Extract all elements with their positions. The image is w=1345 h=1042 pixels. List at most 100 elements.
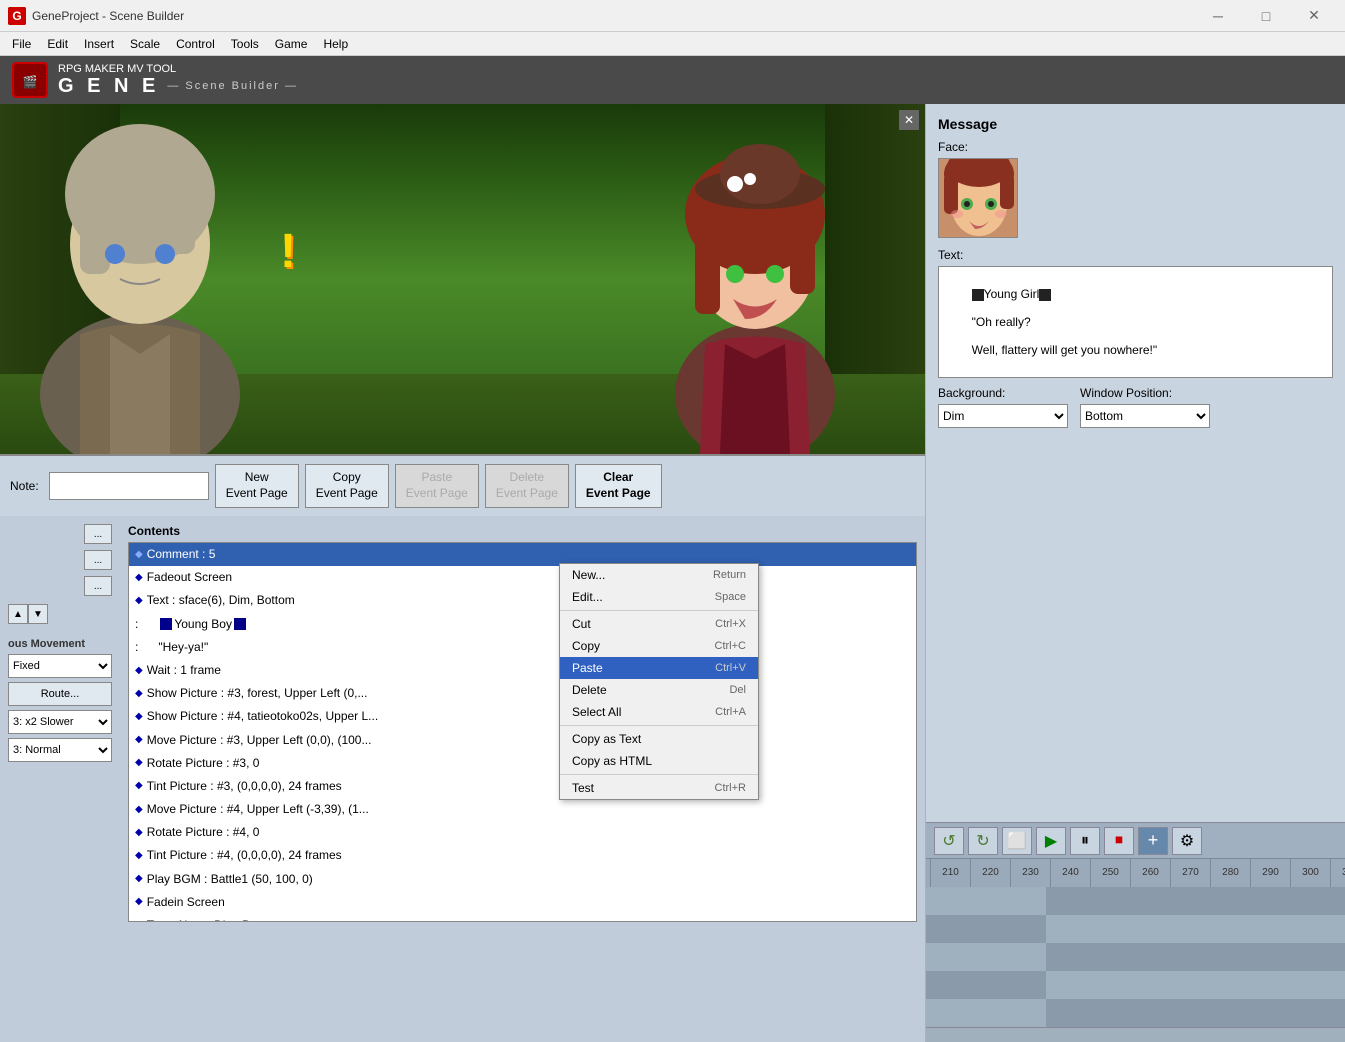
list-item[interactable]: ◆ Show Picture : #3, forest, Upper Left … — [129, 682, 916, 705]
diamond-icon: ◆ — [135, 871, 143, 887]
dots-button-3[interactable]: ... — [84, 576, 112, 596]
list-item[interactable]: ◆ Play BGM : Battle1 (50, 100, 0) — [129, 868, 916, 891]
timeline-right[interactable] — [1046, 887, 1345, 1027]
contents-list[interactable]: ◆ Comment : 5 ◆ Fadeout Screen ◆ Text : … — [128, 542, 917, 922]
list-item[interactable]: ◆ Fadein Screen — [129, 891, 916, 914]
timeline-row — [1046, 887, 1345, 915]
list-item[interactable]: ◆ Text : None, Dim, Bottom — [129, 914, 916, 922]
list-item[interactable]: ◆ Rotate Picture : #4, 0 — [129, 821, 916, 844]
timeline-row — [926, 971, 1046, 999]
timeline-row — [926, 943, 1046, 971]
redo-button[interactable]: ↻ — [968, 827, 998, 855]
menu-tools[interactable]: Tools — [223, 32, 267, 56]
list-item[interactable]: ◆ Fadeout Screen — [129, 566, 916, 589]
diamond-icon: ◆ — [135, 732, 143, 748]
list-item[interactable]: ◆ Rotate Picture : #3, 0 — [129, 752, 916, 775]
maximize-button[interactable]: □ — [1243, 0, 1289, 32]
dots-button-2[interactable]: ... — [84, 550, 112, 570]
list-item[interactable]: ◆ Comment : 5 — [129, 543, 916, 566]
ruler-mark: 270 — [1170, 859, 1210, 887]
delete-event-page-button[interactable]: Delete Event Page — [485, 464, 569, 508]
list-item[interactable]: ◆ Tint Picture : #4, (0,0,0,0), 24 frame… — [129, 844, 916, 867]
ctx-edit[interactable]: Edit... Space — [560, 586, 758, 608]
movement-label: ous Movement — [8, 638, 112, 650]
movement-type-select[interactable]: Fixed Random Approach Custom — [8, 654, 112, 678]
pause-button[interactable]: ⏸ — [1070, 827, 1100, 855]
stop-button[interactable]: ⏹ — [1104, 827, 1134, 855]
clear-event-page-button[interactable]: Clear Event Page — [575, 464, 662, 508]
list-item[interactable]: ◆ Move Picture : #3, Upper Left (0,0), (… — [129, 729, 916, 752]
add-track-button[interactable]: + — [1138, 827, 1168, 855]
diamond-icon: ◆ — [135, 894, 143, 910]
menu-help[interactable]: Help — [315, 32, 356, 56]
copy-tl-button[interactable]: ⬜ — [1002, 827, 1032, 855]
new-event-page-button[interactable]: New Event Page — [215, 464, 299, 508]
window-position-select[interactable]: Bottom Middle Top — [1080, 404, 1210, 428]
left-sidebar: ... ... ... ▲ ▼ ous Movement Fixed Rando… — [0, 516, 120, 1042]
ctx-select-all[interactable]: Select All Ctrl+A — [560, 701, 758, 723]
diamond-icon: ◆ — [135, 802, 143, 818]
menu-file[interactable]: File — [4, 32, 39, 56]
ctx-copy[interactable]: Copy Ctrl+C — [560, 635, 758, 657]
list-item[interactable]: ◆ Text : sface(6), Dim, Bottom — [129, 589, 916, 612]
speed-select[interactable]: 3: x2 Slower 4: Normal 5: x2 Faster — [8, 710, 112, 734]
list-item[interactable]: : Young Boy — [129, 613, 916, 636]
timeline-left — [926, 887, 1046, 1027]
ctx-copy-html[interactable]: Copy as HTML — [560, 750, 758, 772]
main-area: ! — [0, 104, 1345, 1042]
ctx-cut[interactable]: Cut Ctrl+X — [560, 613, 758, 635]
list-item[interactable]: ◆ Tint Picture : #3, (0,0,0,0), 24 frame… — [129, 775, 916, 798]
diamond-icon: ◆ — [135, 755, 143, 771]
frequency-select[interactable]: 3: Normal 1: Lowest 5: Highest — [8, 738, 112, 762]
svg-text:G: G — [12, 9, 21, 23]
menu-control[interactable]: Control — [168, 32, 223, 56]
diamond-icon: ◆ — [135, 547, 143, 563]
dots-button-1[interactable]: ... — [84, 524, 112, 544]
paste-event-page-button[interactable]: Paste Event Page — [395, 464, 479, 508]
brand-sub: RPG MAKER MV TOOL — [58, 63, 298, 75]
menu-scale[interactable]: Scale — [122, 32, 168, 56]
brand-info: RPG MAKER MV TOOL G E N E — Scene Builde… — [58, 63, 298, 98]
ruler-mark: 310 — [1330, 859, 1345, 887]
exclamation-mark: ! — [280, 224, 296, 279]
list-item[interactable]: ◆ Show Picture : #4, tatieotoko02s, Uppe… — [129, 705, 916, 728]
character-right — [645, 144, 865, 454]
ruler-mark: 300 — [1290, 859, 1330, 887]
ctx-separator-1 — [560, 610, 758, 611]
list-item[interactable]: ◆ Wait : 1 frame — [129, 659, 916, 682]
app-icon: G — [8, 7, 26, 25]
context-menu: New... Return Edit... Space Cut Ctrl+X — [559, 563, 759, 800]
timeline-area: ↺ ↻ ⬜ ▶ ⏸ ⏹ + ⚙ 210 220 230 240 250 260 … — [926, 822, 1345, 1042]
close-button[interactable]: ✕ — [1291, 0, 1337, 32]
menu-edit[interactable]: Edit — [39, 32, 76, 56]
undo-button[interactable]: ↺ — [934, 827, 964, 855]
list-item[interactable]: : "Hey-ya!" — [129, 636, 916, 659]
timeline-toolbar: ↺ ↻ ⬜ ▶ ⏸ ⏹ + ⚙ — [926, 822, 1345, 858]
list-item[interactable]: ◆ Move Picture : #4, Upper Left (-3,39),… — [129, 798, 916, 821]
timeline-row — [926, 999, 1046, 1027]
menu-insert[interactable]: Insert — [76, 32, 122, 56]
background-label: Background: — [938, 386, 1068, 400]
face-portrait[interactable] — [938, 158, 1018, 238]
up-button[interactable]: ▲ — [8, 604, 28, 624]
ctx-delete[interactable]: Delete Del — [560, 679, 758, 701]
route-button[interactable]: Route... — [8, 682, 112, 706]
play-button[interactable]: ▶ — [1036, 827, 1066, 855]
minimize-button[interactable]: ─ — [1195, 0, 1241, 32]
background-select[interactable]: Dim Transparent Window — [938, 404, 1068, 428]
diamond-icon: ◆ — [135, 686, 143, 702]
timeline-row — [926, 915, 1046, 943]
horizontal-scrollbar[interactable] — [926, 1027, 1345, 1042]
note-input[interactable] — [49, 472, 209, 500]
ctx-test[interactable]: Test Ctrl+R — [560, 777, 758, 799]
down-button[interactable]: ▼ — [28, 604, 48, 624]
event-controls: Note: New Event Page Copy Event Page Pas… — [0, 454, 925, 516]
ctx-copy-text[interactable]: Copy as Text — [560, 728, 758, 750]
menu-game[interactable]: Game — [267, 32, 316, 56]
copy-event-page-button[interactable]: Copy Event Page — [305, 464, 389, 508]
center-panel: ! — [0, 104, 925, 1042]
settings-tl-button[interactable]: ⚙ — [1172, 827, 1202, 855]
ctx-paste[interactable]: Paste Ctrl+V — [560, 657, 758, 679]
canvas-close-button[interactable]: ✕ — [899, 110, 919, 130]
ctx-new[interactable]: New... Return — [560, 564, 758, 586]
